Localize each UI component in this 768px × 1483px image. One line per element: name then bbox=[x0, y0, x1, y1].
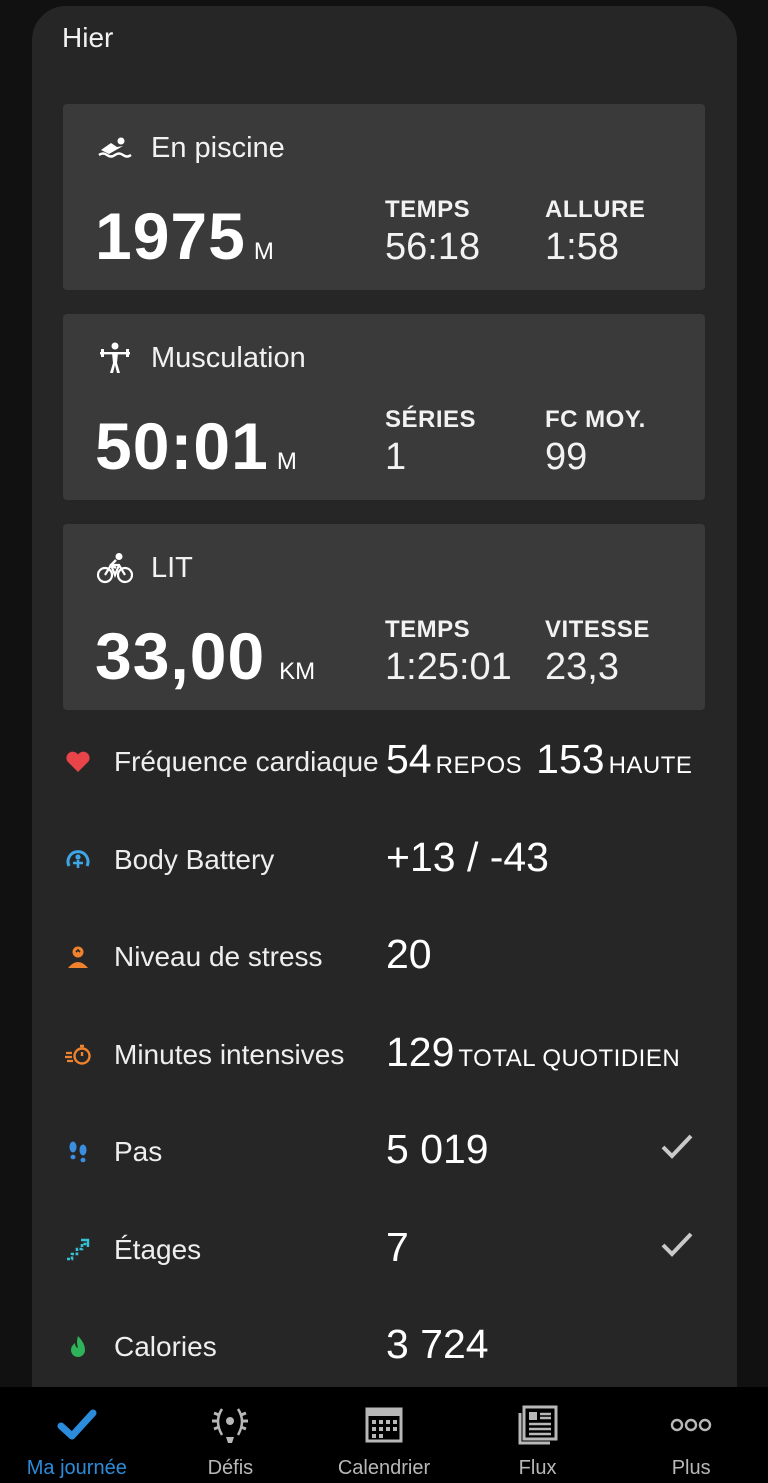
activity-name: Musculation bbox=[151, 341, 306, 374]
flame-icon bbox=[63, 1329, 93, 1365]
newsfeed-icon bbox=[518, 1405, 558, 1445]
activity-main-value: 50:01 M bbox=[95, 409, 297, 483]
activity-stat-time: TEMPS 1:25:01 bbox=[385, 616, 512, 688]
activity-card-swim[interactable]: En piscine 1975 M TEMPS 56:18 ALLURE 1:58 bbox=[63, 104, 705, 290]
tab-ma-journee[interactable]: Ma journée bbox=[0, 1387, 154, 1483]
laurel-icon bbox=[212, 1408, 249, 1443]
activity-stat-sets: SÉRIES 1 bbox=[385, 406, 477, 478]
activity-name: LIT bbox=[151, 551, 193, 584]
goal-check-icon bbox=[661, 1134, 693, 1159]
bike-icon bbox=[97, 550, 133, 586]
page-title: Hier bbox=[62, 22, 114, 53]
activity-stat-speed: VITESSE 23,3 bbox=[545, 616, 650, 688]
strength-icon bbox=[97, 340, 133, 376]
activity-main-value: 1975 M bbox=[95, 199, 274, 273]
activity-main-value: 33,00 KM bbox=[95, 619, 316, 693]
stairs-icon bbox=[63, 1232, 93, 1268]
tab-defis[interactable]: Défis bbox=[154, 1387, 308, 1483]
metric-row-steps[interactable]: Pas 5 019 bbox=[63, 1122, 705, 1182]
activity-card-bike[interactable]: LIT 33,00 KM TEMPS 1:25:01 VITESSE 23,3 bbox=[63, 524, 705, 710]
goal-check-icon bbox=[661, 1232, 693, 1257]
metric-row-calories[interactable]: Calories 3 724 bbox=[63, 1317, 705, 1377]
tab-calendrier[interactable]: Calendrier bbox=[307, 1387, 461, 1483]
activity-name: En piscine bbox=[151, 131, 285, 164]
tab-flux[interactable]: Flux bbox=[461, 1387, 615, 1483]
heart-rate-values: 54 REPOS 153 HAUTE bbox=[386, 736, 693, 782]
activity-stat-avg-hr: FC MOY. 99 bbox=[545, 406, 646, 478]
more-icon bbox=[670, 1418, 712, 1432]
body-battery-icon bbox=[63, 842, 93, 878]
metric-row-intensity-minutes[interactable]: Minutes intensives 129 TOTAL QUOTIDIEN bbox=[63, 1025, 705, 1085]
metric-row-floors[interactable]: Étages 7 bbox=[63, 1220, 705, 1280]
intensity-minutes-icon bbox=[63, 1037, 93, 1073]
activity-card-strength[interactable]: Musculation 50:01 M SÉRIES 1 FC MOY. 99 bbox=[63, 314, 705, 500]
swim-icon bbox=[97, 130, 133, 166]
activity-stat-time: TEMPS 56:18 bbox=[385, 196, 481, 268]
footsteps-icon bbox=[63, 1134, 93, 1170]
metric-row-stress[interactable]: Niveau de stress 20 bbox=[63, 927, 705, 987]
tab-plus[interactable]: Plus bbox=[614, 1387, 768, 1483]
stress-icon bbox=[63, 939, 93, 975]
bottom-tab-bar: Ma journée Défis Calendrier Flux Plus bbox=[0, 1387, 768, 1483]
checkmark-icon bbox=[57, 1409, 97, 1440]
calendar-icon bbox=[365, 1407, 403, 1443]
metric-row-body-battery[interactable]: Body Battery +13 / -43 bbox=[63, 830, 705, 890]
heart-icon bbox=[63, 744, 93, 780]
metric-row-heart-rate[interactable]: Fréquence cardiaque 54 REPOS 153 HAUTE bbox=[63, 732, 705, 792]
activity-stat-pace: ALLURE 1:58 bbox=[545, 196, 646, 268]
